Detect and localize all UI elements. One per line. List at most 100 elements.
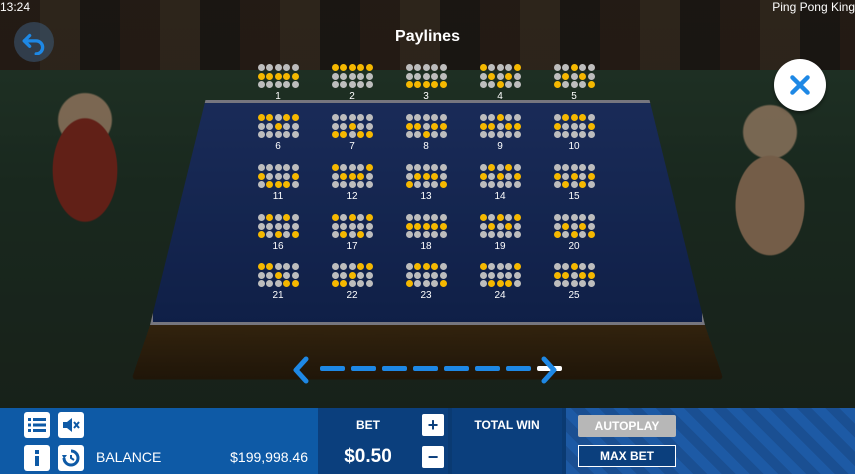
sound-toggle-button[interactable] <box>58 412 84 438</box>
inactive-symbol-dot <box>365 172 373 180</box>
page-dot-3[interactable] <box>382 366 407 371</box>
inactive-symbol-dot <box>570 222 578 230</box>
increase-bet-button[interactable]: + <box>422 414 444 436</box>
active-symbol-dot <box>479 263 487 270</box>
active-symbol-dot <box>348 64 356 71</box>
active-symbol-dot <box>422 131 430 138</box>
active-symbol-dot <box>562 72 569 80</box>
payline-15: 15 <box>539 164 609 214</box>
active-symbol-dot <box>513 214 521 221</box>
payline-9: 9 <box>465 114 535 164</box>
inactive-symbol-dot <box>513 81 521 88</box>
inactive-symbol-dot <box>365 271 373 279</box>
inactive-symbol-dot <box>513 222 521 230</box>
inactive-symbol-dot <box>488 263 495 270</box>
active-symbol-dot <box>405 280 413 287</box>
inactive-symbol-dot <box>414 231 421 238</box>
payline-pattern <box>465 214 535 238</box>
inactive-symbol-dot <box>439 164 447 171</box>
inactive-symbol-dot <box>505 231 512 238</box>
mute-icon <box>63 418 80 432</box>
inactive-symbol-dot <box>439 72 447 80</box>
active-symbol-dot <box>283 214 290 221</box>
inactive-symbol-dot <box>422 271 430 279</box>
inactive-symbol-dot <box>513 72 521 80</box>
previous-page-button[interactable] <box>290 356 312 384</box>
inactive-symbol-dot <box>414 64 421 71</box>
decrease-bet-button[interactable]: − <box>422 446 444 468</box>
autoplay-button[interactable]: AUTOPLAY <box>578 415 676 437</box>
inactive-symbol-dot <box>422 181 430 188</box>
inactive-symbol-dot <box>496 64 504 71</box>
page-dot-6[interactable] <box>475 366 500 371</box>
active-symbol-dot <box>365 263 373 270</box>
info-icon <box>35 450 39 466</box>
payline-number: 6 <box>275 141 281 152</box>
payline-13: 13 <box>391 164 461 214</box>
payline-pattern <box>391 64 461 88</box>
balance-label: BALANCE <box>96 449 162 465</box>
active-symbol-dot <box>357 172 364 180</box>
inactive-symbol-dot <box>283 122 290 130</box>
chevron-right-icon <box>541 356 557 384</box>
inactive-symbol-dot <box>414 131 421 138</box>
max-bet-button[interactable]: MAX BET <box>578 445 676 467</box>
inactive-symbol-dot <box>553 114 561 121</box>
payline-number: 25 <box>568 290 580 301</box>
inactive-symbol-dot <box>291 164 299 171</box>
page-dot-2[interactable] <box>351 366 376 371</box>
inactive-symbol-dot <box>431 181 438 188</box>
active-symbol-dot <box>570 231 578 238</box>
inactive-symbol-dot <box>283 131 290 138</box>
clock: 13:24 <box>0 0 31 14</box>
inactive-symbol-dot <box>579 81 586 88</box>
active-symbol-dot <box>257 72 265 80</box>
page-dot-1[interactable] <box>320 366 345 371</box>
active-symbol-dot <box>579 222 586 230</box>
inactive-symbol-dot <box>257 64 265 71</box>
inactive-symbol-dot <box>357 222 364 230</box>
inactive-symbol-dot <box>357 164 364 171</box>
active-symbol-dot <box>266 114 273 121</box>
active-symbol-dot <box>283 114 290 121</box>
inactive-symbol-dot <box>422 280 430 287</box>
payline-pattern <box>243 164 313 188</box>
inactive-symbol-dot <box>357 81 364 88</box>
active-symbol-dot <box>357 131 364 138</box>
inactive-symbol-dot <box>331 81 339 88</box>
history-button[interactable] <box>58 445 84 471</box>
page-dot-7[interactable] <box>506 366 531 371</box>
page-dot-4[interactable] <box>413 366 438 371</box>
inactive-symbol-dot <box>479 222 487 230</box>
inactive-symbol-dot <box>283 81 290 88</box>
active-symbol-dot <box>513 64 521 71</box>
active-symbol-dot <box>414 222 421 230</box>
inactive-symbol-dot <box>505 172 512 180</box>
inactive-symbol-dot <box>257 214 265 221</box>
payline-pattern <box>465 164 535 188</box>
inactive-symbol-dot <box>405 231 413 238</box>
active-symbol-dot <box>422 222 430 230</box>
menu-button[interactable] <box>24 412 50 438</box>
active-symbol-dot <box>570 114 578 121</box>
active-symbol-dot <box>553 172 561 180</box>
inactive-symbol-dot <box>579 214 586 221</box>
inactive-symbol-dot <box>291 122 299 130</box>
inactive-symbol-dot <box>431 214 438 221</box>
close-button[interactable] <box>774 59 826 111</box>
info-button[interactable] <box>24 445 50 471</box>
inactive-symbol-dot <box>553 263 561 270</box>
inactive-symbol-dot <box>291 222 299 230</box>
payline-22: 22 <box>317 263 387 313</box>
next-page-button[interactable] <box>538 356 560 384</box>
page-dot-5[interactable] <box>444 366 469 371</box>
inactive-symbol-dot <box>587 181 595 188</box>
payline-pattern <box>243 114 313 138</box>
inactive-symbol-dot <box>414 271 421 279</box>
balance-value: $199,998.46 <box>230 449 308 465</box>
payline-number: 3 <box>423 91 429 102</box>
payline-pattern <box>539 64 609 88</box>
inactive-symbol-dot <box>405 72 413 80</box>
inactive-symbol-dot <box>274 214 282 221</box>
inactive-symbol-dot <box>496 271 504 279</box>
